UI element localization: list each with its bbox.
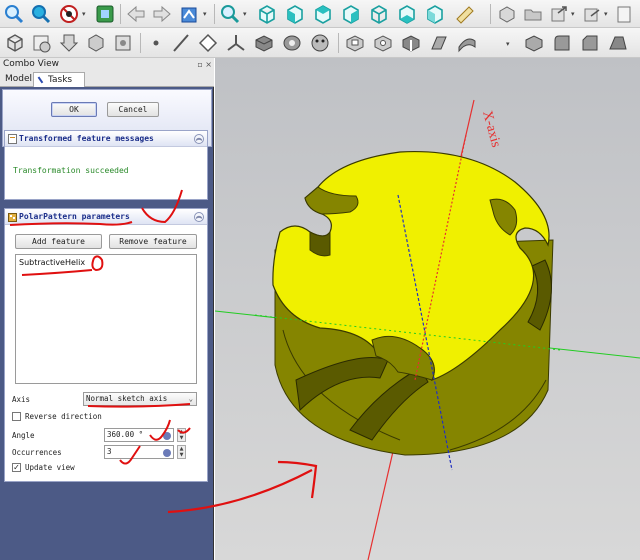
chevron-down-icon: ⌄ bbox=[188, 395, 193, 403]
collapse-icon[interactable]: ︽ bbox=[194, 212, 204, 222]
chevron-down-icon[interactable]: ▾ bbox=[203, 10, 207, 18]
forward-icon[interactable] bbox=[151, 3, 173, 25]
subshape-binder-icon[interactable] bbox=[84, 31, 108, 55]
occurrences-label: Occurrences bbox=[12, 448, 62, 457]
view-zoom-icon[interactable] bbox=[219, 3, 241, 25]
hole-icon[interactable] bbox=[371, 31, 395, 55]
axis-label: Axis bbox=[12, 395, 31, 404]
subtractive-loft-icon[interactable] bbox=[427, 31, 451, 55]
datum-point-icon[interactable] bbox=[146, 31, 166, 55]
angle-label: Angle bbox=[12, 431, 35, 440]
datum-line-icon[interactable] bbox=[170, 31, 192, 55]
reverse-direction-label: Reverse direction bbox=[25, 412, 102, 421]
messages-header[interactable]: Transformed feature messages ︽ bbox=[5, 131, 207, 147]
combo-view-title: Combo View ▫ × bbox=[0, 58, 214, 71]
chevron-down-icon[interactable]: ▾ bbox=[506, 40, 510, 48]
cancel-button[interactable]: Cancel bbox=[107, 102, 159, 117]
folder-icon[interactable] bbox=[522, 3, 544, 25]
update-view-checkbox[interactable]: ✓ bbox=[12, 463, 21, 472]
message-text: Transformation succeeded bbox=[13, 166, 129, 175]
occurrences-spinner[interactable]: ▲ ▼ bbox=[177, 445, 186, 459]
view-front-icon[interactable] bbox=[283, 3, 307, 25]
list-item[interactable]: SubtractiveHelix bbox=[19, 258, 85, 267]
collapse-icon[interactable]: ︽ bbox=[194, 134, 204, 144]
fillet-icon[interactable] bbox=[550, 31, 574, 55]
export-icon[interactable] bbox=[581, 3, 603, 25]
polar-pattern-icon bbox=[8, 213, 17, 222]
part-icon[interactable] bbox=[496, 3, 518, 25]
angle-value: 360.00 ° bbox=[107, 430, 144, 439]
subtractive-primitive-icon[interactable] bbox=[522, 31, 546, 55]
datum-plane-icon[interactable] bbox=[196, 31, 220, 55]
3d-viewport[interactable] bbox=[215, 58, 640, 560]
angle-spinner[interactable]: ▲ ▼ bbox=[177, 428, 186, 442]
view-top-icon[interactable] bbox=[311, 3, 335, 25]
tab-tasks-label: Tasks bbox=[48, 75, 73, 85]
expression-icon[interactable] bbox=[163, 449, 171, 457]
polar-pattern-parameters-box: PolarPattern parameters ︽ Add feature Re… bbox=[4, 208, 208, 482]
expression-icon[interactable] bbox=[163, 432, 171, 440]
view-rear-icon[interactable] bbox=[367, 3, 391, 25]
tasks-icon bbox=[37, 73, 48, 84]
zoom-fit-icon[interactable] bbox=[30, 3, 52, 25]
combo-view-tabs: Model Tasks bbox=[0, 71, 214, 87]
link-icon[interactable] bbox=[548, 3, 570, 25]
occurrences-value: 3 bbox=[107, 447, 112, 456]
remove-feature-button[interactable]: Remove feature bbox=[109, 234, 197, 249]
toolbar-partdesign: ▾ bbox=[0, 28, 640, 58]
view-right-icon[interactable] bbox=[339, 3, 363, 25]
panel-title-text: Combo View bbox=[3, 59, 59, 69]
groove-icon[interactable] bbox=[399, 31, 423, 55]
macro-icon[interactable] bbox=[178, 3, 202, 25]
measure-icon[interactable] bbox=[453, 3, 477, 25]
view-left-icon[interactable] bbox=[423, 3, 447, 25]
body-icon[interactable] bbox=[3, 31, 27, 55]
axis-select[interactable]: Normal sketch axis ⌄ bbox=[83, 392, 197, 406]
update-view-label: Update view bbox=[25, 463, 75, 472]
zoom-in-icon[interactable] bbox=[3, 3, 25, 25]
tab-model[interactable]: Model bbox=[0, 72, 37, 87]
chevron-down-icon[interactable]: ▾ bbox=[82, 10, 86, 18]
subtractive-pipe-icon[interactable] bbox=[455, 31, 479, 55]
local-cs-icon[interactable] bbox=[224, 31, 248, 55]
draft-icon[interactable] bbox=[606, 31, 630, 55]
combo-view-panel: Combo View ▫ × Model Tasks OK Cancel Tra… bbox=[0, 58, 214, 560]
pocket-icon[interactable] bbox=[343, 31, 367, 55]
chevron-down-icon[interactable]: ▾ bbox=[571, 10, 575, 18]
polar-pattern-header[interactable]: PolarPattern parameters ︽ bbox=[5, 209, 207, 225]
toolbar-top: ▾ ▾ ▾ ▾ ▾ bbox=[0, 0, 640, 28]
chevron-down-icon[interactable]: ▾ bbox=[604, 10, 608, 18]
ok-button[interactable]: OK bbox=[51, 102, 97, 117]
shape-binder-icon[interactable] bbox=[57, 31, 81, 55]
draw-style-icon[interactable] bbox=[58, 3, 80, 25]
reverse-direction-checkbox[interactable] bbox=[12, 412, 21, 421]
transformed-feature-messages-box: Transformed feature messages ︽ Transform… bbox=[4, 130, 208, 200]
chamfer-icon[interactable] bbox=[578, 31, 602, 55]
pad-icon[interactable] bbox=[252, 31, 276, 55]
panel-float-close-icons[interactable]: ▫ × bbox=[197, 58, 212, 71]
back-icon[interactable] bbox=[125, 3, 147, 25]
tab-tasks[interactable]: Tasks bbox=[33, 72, 85, 87]
chevron-down-icon[interactable]: ▾ bbox=[243, 10, 247, 18]
revolution-icon[interactable] bbox=[280, 31, 304, 55]
angle-input[interactable]: 360.00 ° bbox=[104, 428, 174, 442]
messages-title: Transformed feature messages bbox=[19, 134, 154, 143]
add-feature-button[interactable]: Add feature bbox=[15, 234, 102, 249]
polar-pattern-title: PolarPattern parameters bbox=[19, 212, 130, 221]
occurrences-input[interactable]: 3 bbox=[104, 445, 174, 459]
sketch-icon[interactable] bbox=[30, 31, 54, 55]
page-icon[interactable] bbox=[613, 3, 635, 25]
view-bottom-icon[interactable] bbox=[395, 3, 419, 25]
sync-view-icon[interactable] bbox=[94, 3, 116, 25]
axis-select-value: Normal sketch axis bbox=[86, 394, 168, 403]
document-icon bbox=[8, 134, 17, 144]
feature-list[interactable]: SubtractiveHelix bbox=[15, 254, 197, 384]
view-isometric-icon[interactable] bbox=[255, 3, 279, 25]
loft-icon[interactable] bbox=[308, 31, 332, 55]
clone-icon[interactable] bbox=[111, 31, 135, 55]
